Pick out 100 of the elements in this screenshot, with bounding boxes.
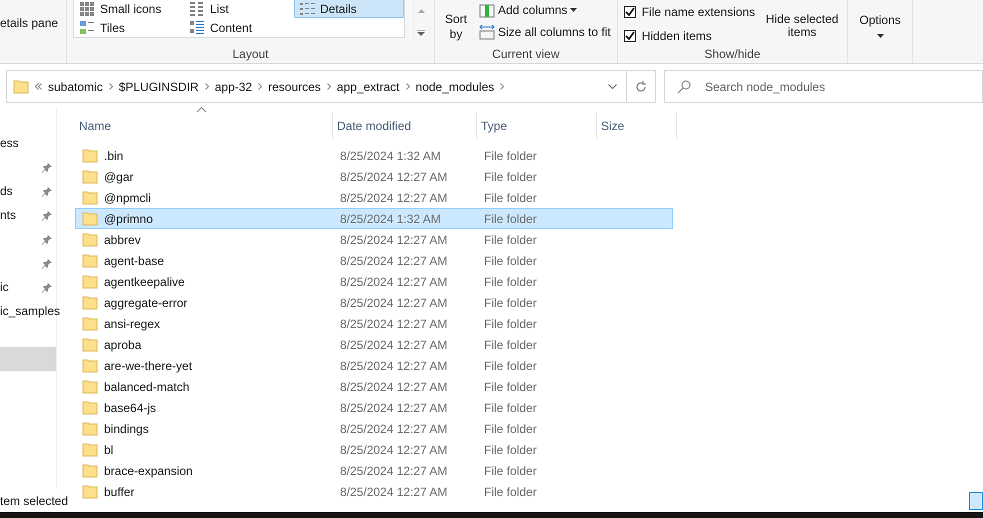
- date-cell-text: 8/25/2024 12:27 AM: [339, 358, 448, 372]
- chevron-right-icon: [406, 83, 410, 90]
- file-row[interactable]: are-we-there-yet 8/25/2024 12:27 AM File folder: [75, 355, 673, 376]
- file-row[interactable]: @npmcli 8/25/2024 12:27 AM File folder: [75, 187, 673, 208]
- options-button[interactable]: Options: [854, 0, 906, 63]
- folder-icon: [82, 338, 98, 352]
- type-cell-text: File folder: [483, 380, 538, 394]
- breadcrumb[interactable]: resources: [268, 80, 321, 94]
- file-name: .bin: [104, 148, 124, 162]
- file-name: buffer: [104, 484, 134, 498]
- file-name: @gar: [104, 170, 134, 184]
- date-cell-text: 8/25/2024 12:27 AM: [339, 254, 448, 268]
- group-label: Show/hide: [703, 46, 762, 63]
- folder-icon: [82, 316, 98, 330]
- breadcrumb[interactable]: $PLUGINSDIR: [118, 80, 199, 94]
- type-cell-text: File folder: [483, 358, 538, 372]
- caret-icon: [876, 34, 884, 38]
- layout-option[interactable]: Content: [184, 18, 294, 37]
- type-cell-text: File folder: [483, 254, 538, 268]
- type-cell-text: File folder: [483, 338, 538, 352]
- nav-label: ds: [0, 184, 13, 198]
- scroll-up-icon[interactable]: [418, 8, 424, 13]
- layout-option[interactable]: Details: [294, 0, 404, 18]
- hide-selected-button[interactable]: Hide selected items: [763, 0, 842, 45]
- file-row[interactable]: base64-js 8/25/2024 12:27 AM File folder: [75, 397, 673, 418]
- file-row[interactable]: bindings 8/25/2024 12:27 AM File folder: [75, 418, 673, 439]
- layout-option[interactable]: Tiles: [74, 18, 184, 37]
- address-bar[interactable]: subatomic $PLUGINSDIR app-32 resources app_extract node_modules: [6, 70, 656, 103]
- file-row[interactable]: @gar 8/25/2024 12:27 AM File folder: [75, 166, 673, 187]
- file-name: balanced-match: [104, 380, 190, 394]
- checkbox-label[interactable]: Hidden items: [642, 28, 712, 42]
- checkbox-label[interactable]: File name extensions: [642, 4, 756, 18]
- folder-icon: [13, 80, 29, 94]
- date-cell-text: 8/25/2024 12:27 AM: [339, 296, 448, 310]
- file-row[interactable]: ansi-regex 8/25/2024 12:27 AM File folder: [75, 313, 673, 334]
- status-text: tem selected: [0, 494, 68, 508]
- date-cell-text: 8/25/2024 1:32 AM: [339, 148, 442, 162]
- sort-by-button[interactable]: Sort by: [441, 0, 471, 45]
- details-view-toggle[interactable]: [969, 492, 983, 510]
- folder-icon: [82, 232, 98, 246]
- folder-icon: [82, 296, 98, 310]
- breadcrumb[interactable]: node_modules: [416, 80, 494, 94]
- file-name: base64-js: [104, 400, 156, 414]
- search-field[interactable]: Search node_modules: [664, 70, 983, 103]
- date-cell-text: 8/25/2024 12:27 AM: [339, 422, 448, 436]
- file-name: abbrev: [104, 232, 141, 246]
- breadcrumb[interactable]: app-32: [214, 80, 252, 94]
- file-row[interactable]: balanced-match 8/25/2024 12:27 AM File folder: [75, 376, 673, 397]
- details-pane-label[interactable]: etails pane: [0, 0, 60, 63]
- file-row[interactable]: agentkeepalive 8/25/2024 12:27 AM File folder: [75, 271, 673, 292]
- details-view-icon: [299, 0, 315, 16]
- group-label: Layout: [231, 46, 270, 63]
- file-row[interactable]: brace-expansion 8/25/2024 12:27 AM File folder: [75, 460, 673, 481]
- file-row[interactable]: bl 8/25/2024 12:27 AM File folder: [75, 439, 673, 460]
- size-columns-button[interactable]: Size all columns to fit: [479, 22, 611, 41]
- add-columns-button[interactable]: Add columns: [479, 0, 611, 19]
- type-cell-text: File folder: [483, 316, 538, 330]
- folder-icon: [82, 422, 98, 436]
- tiles-view-icon: [79, 20, 95, 36]
- checkbox[interactable]: [624, 30, 636, 42]
- column-header[interactable]: Name: [75, 113, 333, 139]
- file-row[interactable]: agent-base 8/25/2024 12:27 AM File folder: [75, 250, 673, 271]
- file-name: @primno: [104, 212, 153, 226]
- file-row[interactable]: buffer 8/25/2024 12:27 AM File folder: [75, 481, 673, 502]
- type-cell-text: File folder: [483, 400, 538, 414]
- nav-item[interactable]: ds: [0, 179, 56, 203]
- folder-icon: [82, 442, 98, 456]
- folder-icon: [82, 464, 98, 478]
- sort-indicator-icon: [197, 107, 206, 112]
- breadcrumb[interactable]: subatomic: [48, 80, 103, 94]
- date-cell-text: 8/25/2024 12:27 AM: [339, 232, 448, 246]
- date-cell-text: 8/25/2024 12:27 AM: [339, 484, 448, 498]
- file-row[interactable]: abbrev 8/25/2024 12:27 AM File folder: [75, 229, 673, 250]
- column-header[interactable]: Type: [477, 113, 597, 139]
- nav-item[interactable]: nts: [0, 203, 56, 227]
- layout-option[interactable]: List: [184, 0, 294, 18]
- type-cell-text: File folder: [483, 274, 538, 288]
- column-header[interactable]: Size: [597, 113, 677, 139]
- file-row[interactable]: aggregate-error 8/25/2024 12:27 AM File folder: [75, 292, 673, 313]
- folder-icon: [82, 274, 98, 288]
- file-row[interactable]: .bin 8/25/2024 1:32 AM File folder: [75, 145, 673, 166]
- type-cell-text: File folder: [483, 422, 538, 436]
- dropdown-chevron-icon[interactable]: [608, 84, 616, 89]
- breadcrumb[interactable]: app_extract: [336, 80, 400, 94]
- layout-option[interactable]: Small icons: [74, 0, 184, 18]
- column-header[interactable]: Date modified: [333, 113, 477, 139]
- checkbox[interactable]: [624, 6, 636, 18]
- file-row[interactable]: aproba 8/25/2024 12:27 AM File folder: [75, 334, 673, 355]
- folder-icon: [82, 254, 98, 268]
- small-icons-icon: [79, 0, 95, 16]
- nav-item[interactable]: ess: [0, 131, 56, 155]
- type-cell-text: File folder: [483, 464, 538, 478]
- double-chevron-left-icon[interactable]: [35, 83, 42, 90]
- columns-icon: [479, 2, 495, 18]
- refresh-icon[interactable]: [635, 80, 647, 92]
- nav-item[interactable]: ic: [0, 275, 56, 299]
- folder-icon: [82, 358, 98, 372]
- file-row[interactable]: @primno 8/25/2024 1:32 AM File folder: [75, 208, 673, 229]
- file-name: @npmcli: [104, 190, 151, 204]
- expand-gallery-icon[interactable]: [417, 30, 425, 36]
